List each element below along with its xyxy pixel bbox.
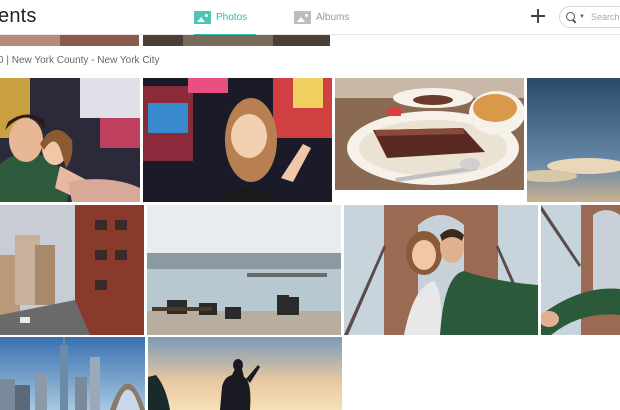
- photo-thumbnail[interactable]: [541, 205, 620, 335]
- photo-thumbnail[interactable]: [143, 35, 330, 46]
- app-title: ents: [0, 5, 37, 27]
- photo-thumbnail[interactable]: [0, 337, 145, 410]
- albums-tab-icon: [294, 11, 311, 24]
- tab-photos-label: Photos: [216, 12, 248, 23]
- photo-thumbnail[interactable]: [147, 205, 341, 335]
- top-bar: ents Photos Albums ▼ Search: [0, 0, 620, 36]
- location-label: 0 | New York County - New York City: [0, 55, 160, 66]
- photo-thumbnail[interactable]: [0, 78, 140, 202]
- photo-thumbnail[interactable]: [0, 35, 139, 46]
- tab-albums-label: Albums: [316, 12, 350, 23]
- chevron-down-icon[interactable]: ▼: [579, 14, 585, 20]
- tab-albums[interactable]: Albums: [294, 0, 354, 35]
- photo-thumbnail[interactable]: [335, 78, 524, 190]
- add-icon[interactable]: [530, 8, 546, 24]
- search-icon: [566, 11, 577, 23]
- search-input[interactable]: Search: [591, 12, 620, 22]
- photos-tab-icon: [194, 11, 211, 24]
- search-box[interactable]: ▼ Search: [559, 6, 620, 28]
- photo-thumbnail[interactable]: [143, 78, 332, 202]
- photo-thumbnail[interactable]: [527, 78, 620, 202]
- photo-thumbnail[interactable]: [0, 205, 144, 335]
- photo-thumbnail[interactable]: [148, 337, 342, 410]
- photo-thumbnail[interactable]: [344, 205, 538, 335]
- tab-photos[interactable]: Photos: [194, 0, 256, 36]
